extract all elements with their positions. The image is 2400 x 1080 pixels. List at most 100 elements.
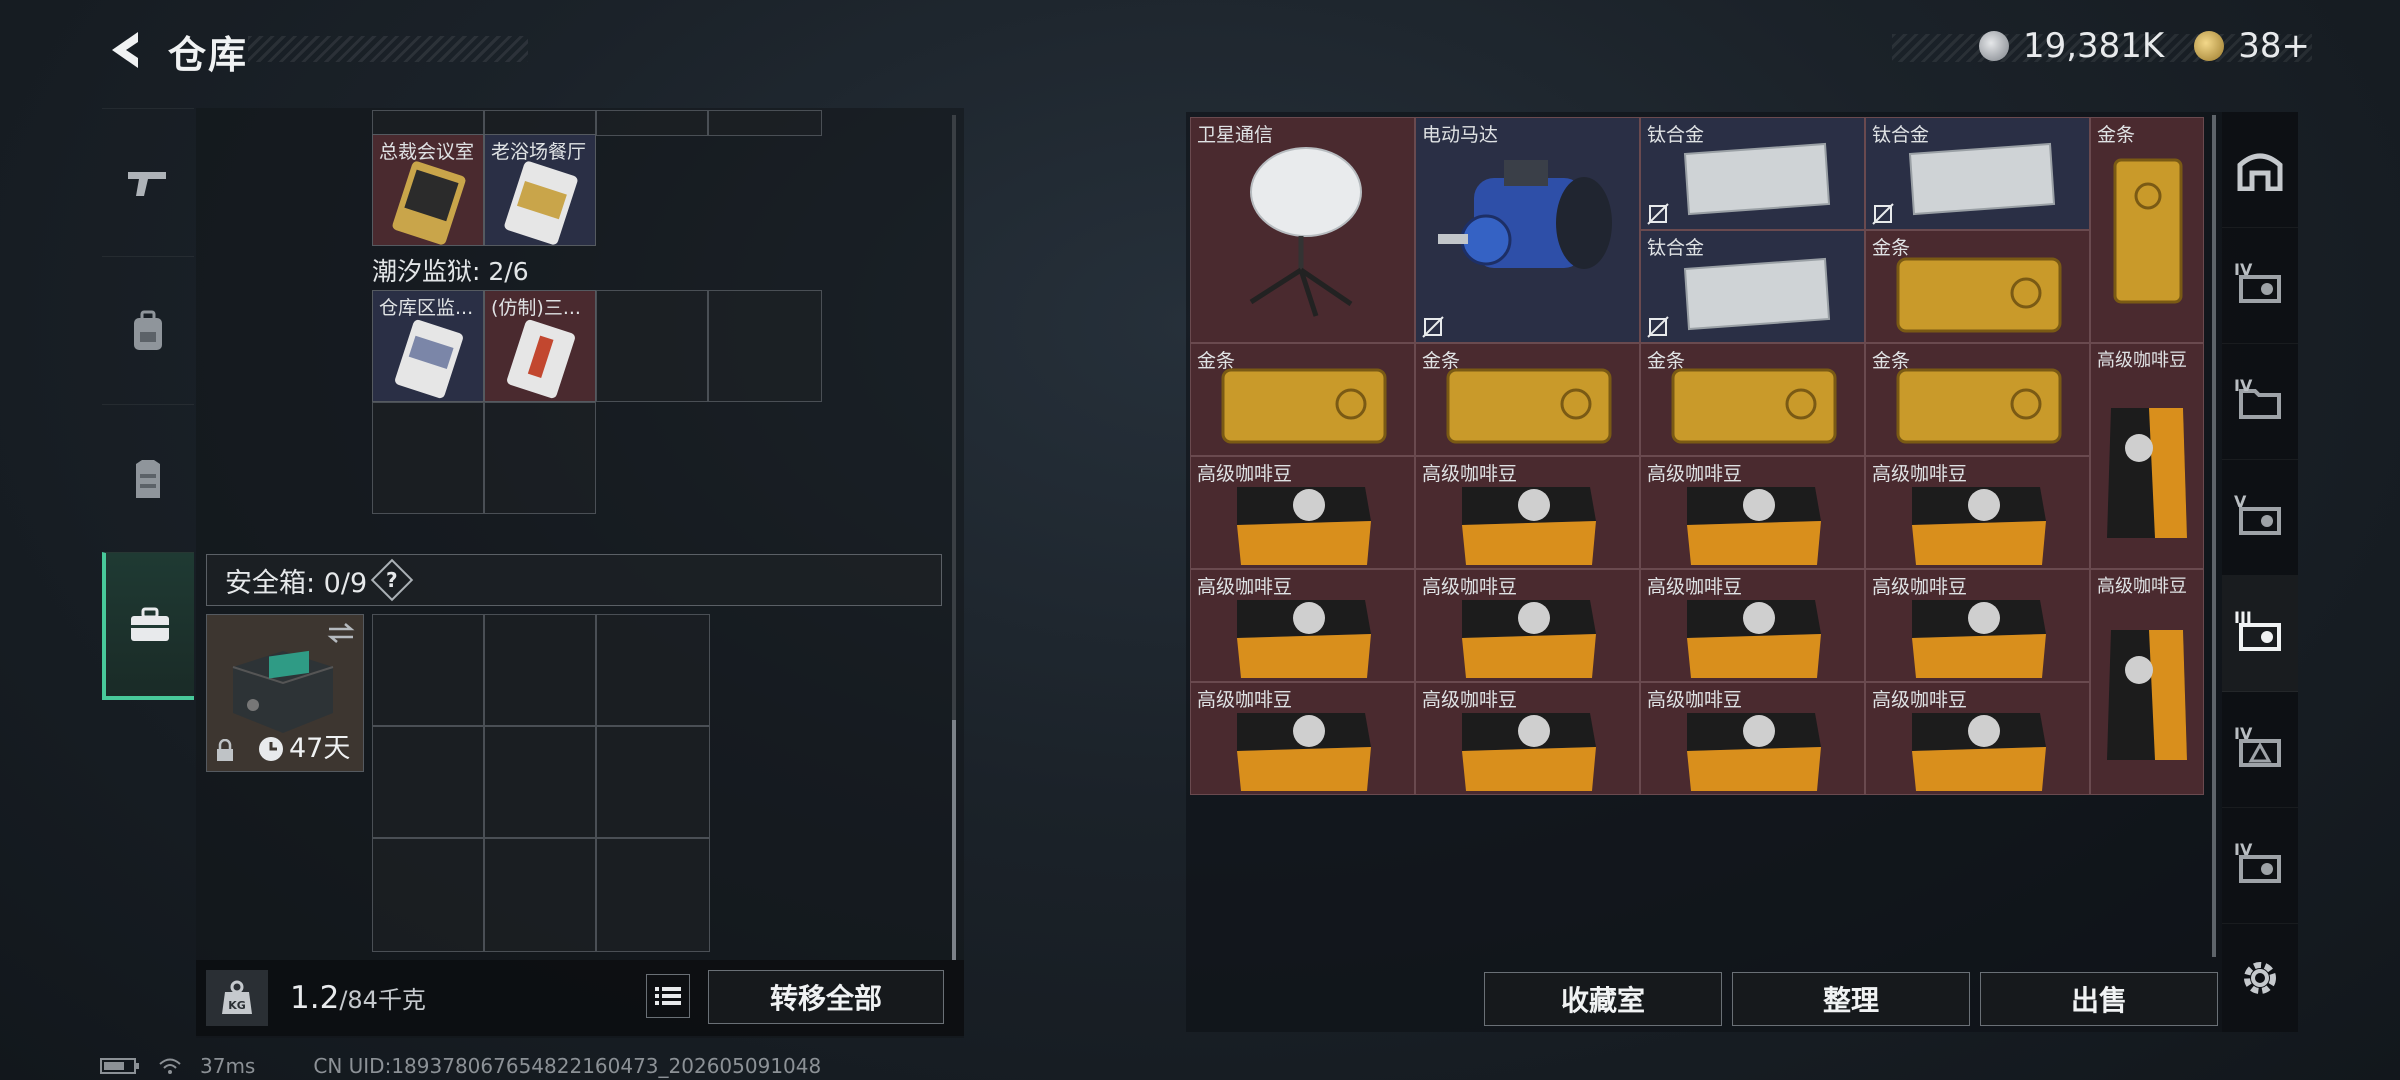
storage-item-coffee[interactable]: 高级咖啡豆 xyxy=(1190,682,1415,795)
titanium-ingot-icon xyxy=(1683,257,1831,331)
grid-cell[interactable] xyxy=(372,402,484,514)
storage-item-coffee[interactable]: 高级咖啡豆 xyxy=(1415,456,1640,569)
keycard-tile[interactable]: 总裁会议室 xyxy=(372,134,484,246)
safebox-slot[interactable] xyxy=(484,614,596,726)
storage-item-titanium[interactable]: 钛合金 xyxy=(1865,117,2090,230)
rail-item-vest[interactable] xyxy=(102,404,194,552)
storage-item-goldbar[interactable]: 金条 xyxy=(1415,343,1640,456)
item-label: 仓库区监... xyxy=(379,297,474,319)
safebox-slot[interactable] xyxy=(596,838,710,952)
sell-button[interactable]: 出售 xyxy=(1980,972,2218,1026)
storage-tab-4[interactable]: V xyxy=(2222,460,2298,576)
safebox-slot[interactable] xyxy=(372,838,484,952)
back-button[interactable] xyxy=(96,22,152,78)
help-button[interactable]: ? xyxy=(370,558,414,602)
rail-item-backpack[interactable] xyxy=(102,256,194,404)
safebox-slot[interactable] xyxy=(372,726,484,838)
grid-cell[interactable] xyxy=(708,290,822,402)
coffee-bag-icon xyxy=(1687,713,1821,791)
storage-item-coffee[interactable]: 高级咖啡豆 xyxy=(1640,456,1865,569)
coffee-bag-icon xyxy=(1687,600,1821,678)
storage-item-coffee[interactable]: 高级咖啡豆 xyxy=(1640,682,1865,795)
storage-tab-3[interactable]: IV xyxy=(2222,344,2298,460)
storage-item-goldbar[interactable]: 金条 xyxy=(1190,343,1415,456)
storage-item-coffee[interactable]: 高级咖啡豆 xyxy=(1415,569,1640,682)
storage-item-goldbar[interactable]: 金条 xyxy=(1865,343,2090,456)
lock-icon xyxy=(217,739,233,761)
grid-cell[interactable] xyxy=(372,110,484,136)
storage-tab-5[interactable]: III xyxy=(2222,576,2298,692)
gold-bar-icon xyxy=(1896,368,2062,444)
weight-icon: KG xyxy=(206,970,268,1026)
weight-readout: 1.2/84千克 xyxy=(290,980,426,1016)
grid-cell[interactable] xyxy=(596,290,708,402)
silver-amount: 19,381K xyxy=(2022,26,2165,66)
storage-item-titanium[interactable]: 钛合金 xyxy=(1640,117,1865,230)
safebox-case-icon xyxy=(232,650,334,733)
inventory-scrollbar-thumb[interactable] xyxy=(952,720,956,960)
storage-tab-2[interactable]: IV xyxy=(2222,228,2298,344)
electric-motor-icon xyxy=(1438,160,1612,269)
storage-item-goldbar-vertical[interactable]: 金条 xyxy=(2090,117,2204,343)
coffee-bag-icon xyxy=(1237,487,1371,565)
item-label: 电动马达 xyxy=(1422,124,1499,146)
tier-label: IV xyxy=(2234,840,2253,859)
safebox-slot[interactable] xyxy=(596,614,710,726)
storage-item-coffee-vertical[interactable]: 高级咖啡豆 xyxy=(2090,569,2204,795)
coffee-bag-icon xyxy=(1462,713,1596,791)
storage-item-coffee[interactable]: 高级咖啡豆 xyxy=(1865,682,2090,795)
storage-scrollbar[interactable] xyxy=(2212,115,2216,957)
storage-item-coffee[interactable]: 高级咖啡豆 xyxy=(1415,682,1640,795)
storage-item-coffee-vertical[interactable]: 高级咖啡豆 xyxy=(2090,343,2204,569)
list-view-button[interactable] xyxy=(646,974,690,1018)
storage-item-coffee[interactable]: 高级咖啡豆 xyxy=(1865,569,2090,682)
safebox-slot[interactable] xyxy=(484,838,596,952)
storage-item-coffee[interactable]: 高级咖啡豆 xyxy=(1190,456,1415,569)
no-durability-icon xyxy=(1872,203,1894,225)
gun-icon xyxy=(128,171,166,196)
storage-item-goldbar[interactable]: 金条 xyxy=(1640,343,1865,456)
storage-item-motor[interactable]: 电动马达 xyxy=(1415,117,1640,343)
grid-cell[interactable] xyxy=(484,402,596,514)
keycard-tile[interactable]: (仿制)三... xyxy=(484,290,596,402)
storage-item-coffee[interactable]: 高级咖啡豆 xyxy=(1190,569,1415,682)
item-label: 高级咖啡豆 xyxy=(2097,576,2187,597)
organize-button[interactable]: 整理 xyxy=(1732,972,1970,1026)
storage-item-goldbar[interactable]: 金条 xyxy=(1865,230,2090,343)
coffee-bag-icon xyxy=(1462,600,1596,678)
safebox-duration: 47天 xyxy=(289,733,351,764)
safebox-slot[interactable] xyxy=(484,726,596,838)
keycard-tile[interactable]: 老浴场餐厅 xyxy=(484,134,596,246)
swap-icon[interactable] xyxy=(327,623,355,643)
gold-bar-icon xyxy=(1446,368,1612,444)
rail-item-weapon[interactable] xyxy=(102,108,194,256)
gold-coin-icon xyxy=(2194,31,2225,61)
grid-cell[interactable] xyxy=(596,110,708,136)
storage-tab-home[interactable] xyxy=(2222,112,2298,228)
storage-tab-6[interactable]: IV xyxy=(2222,692,2298,808)
settings-button[interactable] xyxy=(2222,920,2298,1036)
transfer-all-button[interactable]: 转移全部 xyxy=(708,970,944,1024)
keycard-tile[interactable]: 仓库区监... xyxy=(372,290,484,402)
list-icon xyxy=(655,987,681,1005)
tier-label: IV xyxy=(2234,260,2253,279)
storage-item-satellite[interactable]: 卫星通信 xyxy=(1190,117,1415,343)
item-label: 金条 xyxy=(2097,124,2136,146)
grid-cell[interactable] xyxy=(708,110,822,136)
storage-tab-rail: IV IV V III IV IV xyxy=(2222,112,2298,1032)
safebox-label: 安全箱: 0/9 xyxy=(225,567,368,599)
storage-item-coffee[interactable]: 高级咖啡豆 xyxy=(1865,456,2090,569)
safebox-item[interactable]: 47天 xyxy=(206,614,364,772)
backpack-icon xyxy=(134,310,162,350)
weight-value: 1.2 xyxy=(290,980,340,1016)
storage-tab-7[interactable]: IV xyxy=(2222,808,2298,924)
storage-item-titanium[interactable]: 钛合金 xyxy=(1640,230,1865,343)
rail-item-safebox[interactable] xyxy=(102,552,194,700)
collection-room-button[interactable]: 收藏室 xyxy=(1484,972,1722,1026)
storage-item-coffee[interactable]: 高级咖啡豆 xyxy=(1640,569,1865,682)
safebox-slot[interactable] xyxy=(372,614,484,726)
wifi-icon xyxy=(159,1058,181,1074)
safebox-slot[interactable] xyxy=(596,726,710,838)
grid-cell[interactable] xyxy=(484,110,596,136)
titanium-ingot-icon xyxy=(1908,142,2056,216)
